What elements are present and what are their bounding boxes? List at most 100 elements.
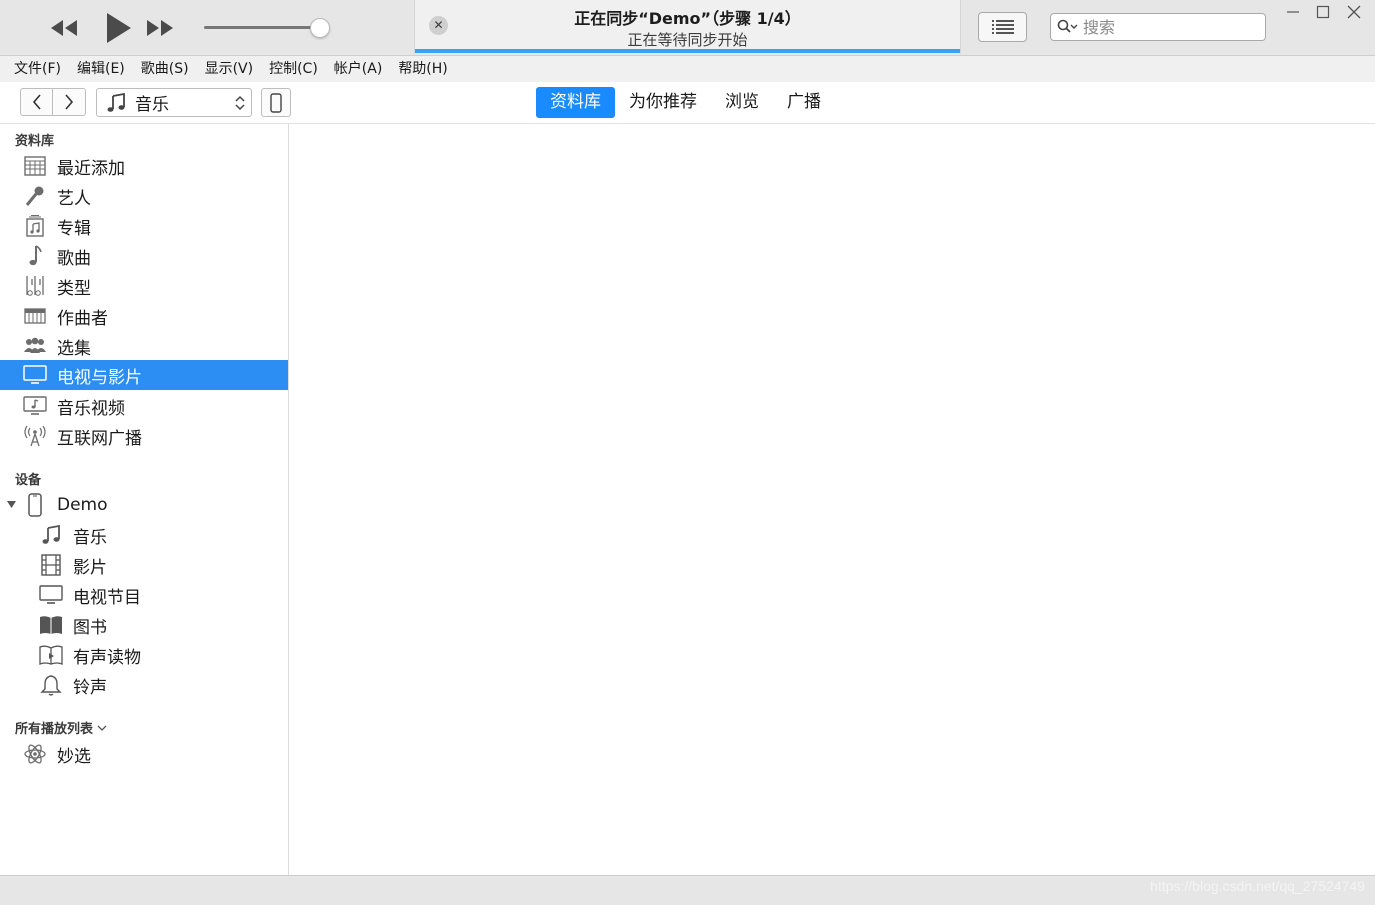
- rewind-button[interactable]: [46, 18, 82, 38]
- device-item-label: 有声读物: [73, 647, 141, 668]
- tab-browse[interactable]: 浏览: [711, 87, 773, 118]
- play-button[interactable]: [96, 12, 140, 44]
- search-input[interactable]: [1083, 17, 1243, 37]
- search-icon: [1057, 19, 1078, 33]
- piano-icon: [23, 304, 47, 328]
- up-down-arrows-icon: [235, 95, 245, 111]
- device-item-music[interactable]: 音乐: [0, 520, 288, 550]
- genius-atom-icon: [23, 742, 47, 766]
- forward-button[interactable]: [53, 88, 86, 116]
- up-next-button[interactable]: [978, 12, 1027, 42]
- device-item-label: 铃声: [73, 677, 107, 698]
- sidebar-item-label: 歌曲: [57, 248, 91, 269]
- sidebar-item-compilations[interactable]: 选集: [0, 331, 288, 361]
- menu-song[interactable]: 歌曲(S): [133, 56, 197, 82]
- iphone-icon: [23, 493, 47, 517]
- sidebar-item-label: 专辑: [57, 218, 91, 239]
- music-note-icon: [107, 92, 125, 112]
- device-item-label: 影片: [73, 557, 107, 578]
- all-playlists-header[interactable]: 所有播放列表: [15, 718, 107, 737]
- sync-subtitle: 正在等待同步开始: [627, 31, 748, 49]
- menu-bar: 文件(F) 编辑(E) 歌曲(S) 显示(V) 控制(C) 帐户(A) 帮助(H…: [0, 56, 1375, 82]
- sidebar-item-label: 类型: [57, 278, 91, 299]
- menu-account[interactable]: 帐户(A): [326, 56, 391, 82]
- minimize-button[interactable]: [1281, 2, 1305, 22]
- rewind-icon: [51, 20, 77, 36]
- music-icon: [39, 523, 63, 547]
- chevron-right-icon: [65, 94, 74, 110]
- maximize-icon: [1316, 5, 1330, 19]
- sidebar-item-label: 电视与影片: [57, 367, 142, 388]
- sync-progress-bar: [415, 49, 960, 53]
- sidebar-item-label: 艺人: [57, 188, 91, 209]
- close-window-button[interactable]: [1342, 2, 1366, 22]
- media-kind-select[interactable]: 音乐: [96, 88, 252, 117]
- sidebar-item-tv-and-movies[interactable]: 电视与影片: [0, 360, 288, 390]
- device-item-label: 音乐: [73, 527, 107, 548]
- chevron-down-icon: [97, 725, 107, 731]
- volume-track[interactable]: [204, 26, 326, 29]
- radio-antenna-icon: [23, 424, 47, 448]
- library-section-header: 资料库: [15, 134, 55, 149]
- navigation-bar: 音乐 资料库 为你推荐 浏览 广播: [0, 82, 1375, 124]
- title-bar: ✕ 正在同步“Demo”（步骤 1/4） 正在等待同步开始: [0, 0, 1375, 56]
- back-button[interactable]: [20, 88, 53, 116]
- all-playlists-label: 所有播放列表: [15, 722, 94, 737]
- playlist-item-genius[interactable]: 妙选: [0, 739, 288, 769]
- sidebar-item-music-videos[interactable]: 音乐视频: [0, 391, 288, 421]
- search-box[interactable]: [1050, 13, 1266, 41]
- sidebar-item-label: 选集: [57, 338, 91, 359]
- sidebar-item-label: 作曲者: [57, 308, 108, 329]
- sidebar-item-artists[interactable]: 艺人: [0, 181, 288, 211]
- device-item-movies[interactable]: 影片: [0, 550, 288, 580]
- menu-controls[interactable]: 控制(C): [261, 56, 326, 82]
- tab-bar: 资料库 为你推荐 浏览 广播: [536, 87, 835, 118]
- sidebar-item-genres[interactable]: 类型: [0, 271, 288, 301]
- device-item-label: 电视节目: [73, 587, 141, 608]
- device-name: Demo: [57, 495, 108, 515]
- watermark-text: https://blog.csdn.net/qq_27524749: [1150, 878, 1365, 894]
- play-icon: [107, 13, 131, 43]
- maximize-button[interactable]: [1311, 2, 1335, 22]
- menu-file[interactable]: 文件(F): [6, 56, 69, 82]
- tab-for-you[interactable]: 为你推荐: [615, 87, 711, 118]
- menu-edit[interactable]: 编辑(E): [69, 56, 133, 82]
- device-item-ringtones[interactable]: 铃声: [0, 670, 288, 700]
- device-item-books[interactable]: 图书: [0, 610, 288, 640]
- tv-show-icon: [39, 583, 63, 607]
- list-icon: [991, 20, 1014, 34]
- playlist-item-label: 妙选: [57, 746, 91, 767]
- disclosure-triangle-icon[interactable]: [7, 501, 19, 509]
- compilation-icon: [23, 334, 47, 358]
- volume-slider-knob[interactable]: [310, 18, 330, 38]
- bell-icon: [39, 673, 63, 697]
- media-kind-label: 音乐: [135, 95, 169, 115]
- sidebar-item-label: 最近添加: [57, 158, 125, 179]
- sidebar-item-label: 互联网广播: [57, 428, 142, 449]
- sidebar-item-recently-added[interactable]: 最近添加: [0, 151, 288, 181]
- sidebar-item-label: 音乐视频: [57, 398, 125, 419]
- tab-library[interactable]: 资料库: [536, 87, 615, 118]
- menu-help[interactable]: 帮助(H): [390, 56, 455, 82]
- sidebar-item-internet-radio[interactable]: 互联网广播: [0, 421, 288, 451]
- fast-forward-button[interactable]: [142, 18, 178, 38]
- device-item-audiobooks[interactable]: 有声读物: [0, 640, 288, 670]
- microphone-icon: [23, 184, 47, 208]
- status-display: ✕ 正在同步“Demo”（步骤 1/4） 正在等待同步开始: [414, 0, 961, 53]
- album-icon: [23, 214, 47, 238]
- device-demo[interactable]: Demo: [0, 490, 288, 520]
- tab-radio[interactable]: 广播: [773, 87, 835, 118]
- transport-controls: [46, 10, 178, 46]
- menu-view[interactable]: 显示(V): [197, 56, 262, 82]
- device-button[interactable]: [261, 88, 291, 117]
- audiobook-icon: [39, 643, 63, 667]
- sidebar-item-composers[interactable]: 作曲者: [0, 301, 288, 331]
- sidebar-item-songs[interactable]: 歌曲: [0, 241, 288, 271]
- film-icon: [39, 553, 63, 577]
- device-item-tv-shows[interactable]: 电视节目: [0, 580, 288, 610]
- close-icon: [1347, 5, 1361, 19]
- sidebar-item-albums[interactable]: 专辑: [0, 211, 288, 241]
- fast-forward-icon: [147, 20, 173, 36]
- genre-icon: [23, 274, 47, 298]
- main-content-area: [289, 124, 1375, 875]
